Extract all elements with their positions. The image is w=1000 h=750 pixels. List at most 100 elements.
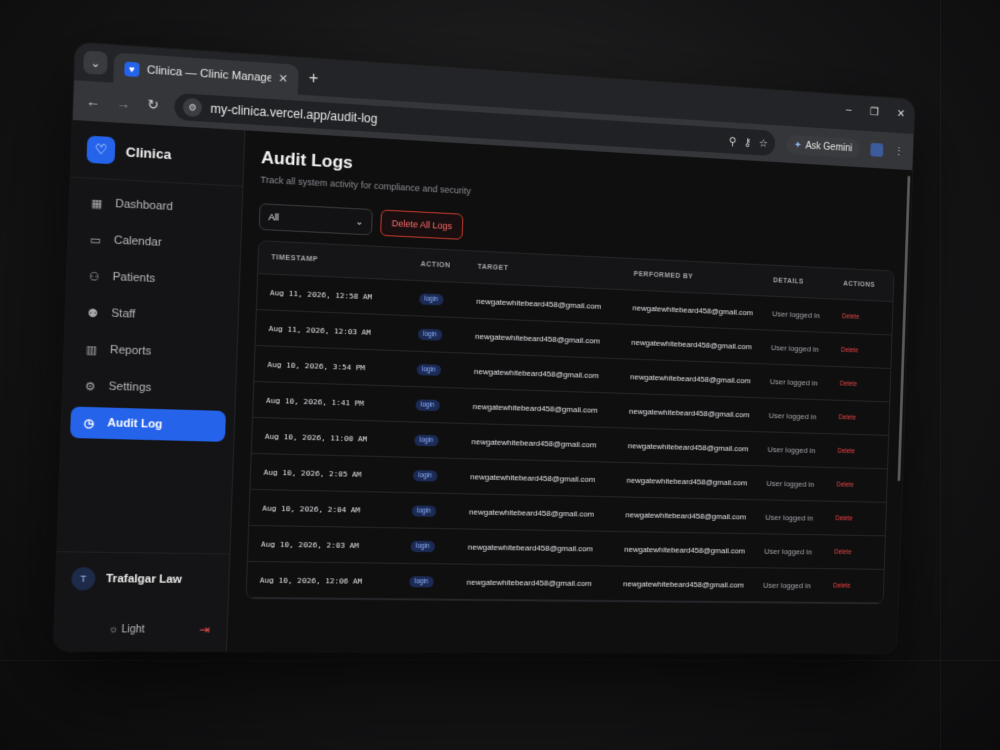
heart-logo-icon: ♡ [86, 136, 115, 165]
sidebar-item-patients[interactable]: ⚇ Patients [75, 260, 231, 298]
ask-gemini-button[interactable]: ✦ Ask Gemini [786, 135, 860, 159]
action-cell: login [409, 576, 467, 588]
clock-icon: ◷ [81, 416, 97, 430]
sidebar-item-settings[interactable]: ⚙ Settings [71, 370, 227, 406]
extension-icon[interactable] [870, 143, 883, 157]
action-filter-select[interactable]: All ⌄ [259, 203, 373, 235]
column-header: DETAILS [773, 277, 843, 287]
action-badge: login [415, 399, 439, 411]
details-cell: User logged in [763, 580, 833, 589]
ask-gemini-label: Ask Gemini [805, 140, 852, 153]
target-cell: newgatewhitebeard458@gmail.com [466, 577, 623, 588]
timestamp-cell: Aug 11, 2026, 12:58 AM [270, 287, 420, 302]
sidebar-nav: ▦ Dashboard ▭ Calendar ⚇ Patients ⚉ Staff ▥ R… [61, 178, 243, 456]
target-cell: newgatewhitebeard458@gmail.com [476, 296, 632, 312]
delete-button[interactable]: Delete [835, 515, 876, 522]
details-cell: User logged in [772, 309, 842, 321]
sidebar-item-calendar[interactable]: ▭ Calendar [77, 223, 233, 261]
sidebar-item-dashboard[interactable]: ▦ Dashboard [78, 186, 234, 225]
action-cell: login [418, 328, 475, 341]
maximize-icon[interactable]: ❐ [870, 105, 879, 118]
performed-by-cell: newgatewhitebeard458@gmail.com [625, 510, 765, 521]
sidebar-item-audit-log[interactable]: ◷ Audit Log [70, 406, 226, 441]
main-content: Audit Logs Track all system activity for… [227, 130, 912, 653]
performed-by-cell: newgatewhitebeard458@gmail.com [629, 406, 769, 419]
sidebar-item-reports[interactable]: ▥ Reports [73, 333, 229, 370]
chevron-down-icon: ⌄ [355, 216, 363, 228]
column-header: TIMESTAMP [271, 254, 421, 268]
table-row: Aug 10, 2026, 12:06 AM login newgatewhiteb… [247, 562, 884, 603]
browser-window: ⌄ ♥ Clinica — Clinic Management S ✕ + – … [54, 43, 915, 654]
delete-button[interactable]: Delete [834, 548, 875, 555]
action-cell: login [414, 434, 471, 447]
close-window-icon[interactable]: ✕ [897, 107, 906, 120]
star-icon[interactable]: ☆ [759, 136, 769, 149]
zoom-icon[interactable]: ⚲ [729, 134, 737, 147]
action-cell: login [417, 363, 474, 376]
site-info-icon[interactable]: ⚙ [183, 98, 203, 118]
password-icon[interactable]: ⚷ [744, 135, 752, 148]
timestamp-cell: Aug 10, 2026, 3:54 PM [267, 359, 417, 373]
delete-button[interactable]: Delete [842, 313, 883, 321]
sidebar-item-label: Staff [111, 307, 136, 320]
timestamp-cell: Aug 10, 2026, 2:04 AM [262, 503, 412, 515]
users-icon: ⚇ [86, 269, 102, 283]
theme-label: Light [121, 624, 145, 636]
performed-by-cell: newgatewhitebeard458@gmail.com [631, 337, 771, 351]
delete-button[interactable]: Delete [838, 447, 879, 455]
timestamp-cell: Aug 10, 2026, 2:05 AM [263, 467, 413, 480]
gemini-icon: ✦ [794, 139, 802, 150]
minimize-icon[interactable]: – [846, 104, 852, 117]
action-cell: login [415, 399, 472, 412]
details-cell: User logged in [764, 546, 834, 556]
chevron-down-icon: ⌄ [90, 56, 100, 70]
grid-icon: ▦ [89, 196, 105, 210]
forward-icon[interactable]: → [114, 95, 132, 112]
table-body: Aug 11, 2026, 12:58 AM login newgatewhiteb… [247, 274, 893, 603]
sidebar-item-label: Reports [110, 344, 152, 358]
sidebar-item-staff[interactable]: ⚉ Staff [74, 296, 230, 333]
details-cell: User logged in [767, 445, 837, 456]
calendar-icon: ▭ [88, 233, 104, 247]
column-header: PERFORMED BY [634, 271, 774, 284]
details-cell: User logged in [765, 513, 835, 523]
brand-name: Clinica [125, 144, 171, 162]
action-badge: login [413, 469, 437, 481]
target-cell: newgatewhitebeard458@gmail.com [471, 437, 628, 450]
avatar: T [71, 567, 96, 590]
details-cell: User logged in [770, 377, 840, 388]
timestamp-cell: Aug 11, 2026, 12:03 AM [269, 323, 419, 338]
filter-value: All [268, 212, 279, 223]
performed-by-cell: newgatewhitebeard458@gmail.com [628, 441, 768, 453]
sidebar-item-label: Audit Log [107, 417, 162, 431]
details-cell: User logged in [771, 343, 841, 354]
delete-button[interactable]: Delete [839, 414, 880, 422]
logout-icon[interactable]: ⇥ [199, 622, 210, 637]
kebab-menu-icon[interactable]: ⋮ [894, 145, 904, 158]
action-badge: login [409, 576, 433, 587]
sun-icon: ☼ [108, 623, 118, 635]
window-controls: – ❐ ✕ [846, 104, 906, 120]
user-profile[interactable]: T Trafalgar Law [55, 551, 229, 606]
target-cell: newgatewhitebeard458@gmail.com [468, 542, 625, 553]
delete-button[interactable]: Delete [840, 380, 881, 388]
action-badge: login [418, 328, 442, 340]
reload-icon[interactable]: ↻ [144, 96, 162, 114]
target-cell: newgatewhitebeard458@gmail.com [474, 366, 631, 380]
sidebar-item-label: Dashboard [115, 198, 173, 213]
new-tab-button[interactable]: + [308, 70, 318, 89]
delete-all-logs-button[interactable]: Delete All Logs [380, 209, 463, 239]
delete-button[interactable]: Delete [836, 481, 877, 489]
audit-log-table: TIMESTAMP ACTION TARGET PERFORMED BY DET… [246, 240, 895, 604]
column-header: ACTION [420, 261, 477, 271]
delete-button[interactable]: Delete [833, 582, 874, 589]
delete-button[interactable]: Delete [841, 346, 882, 354]
back-icon[interactable]: ← [84, 93, 102, 110]
performed-by-cell: newgatewhitebeard458@gmail.com [630, 372, 770, 386]
column-header: TARGET [477, 264, 633, 278]
action-badge: login [414, 434, 438, 446]
tab-search-button[interactable]: ⌄ [83, 50, 108, 75]
sidebar-item-label: Patients [112, 271, 155, 285]
theme-toggle[interactable]: ☼ Light [108, 623, 145, 635]
close-icon[interactable]: ✕ [278, 72, 288, 86]
